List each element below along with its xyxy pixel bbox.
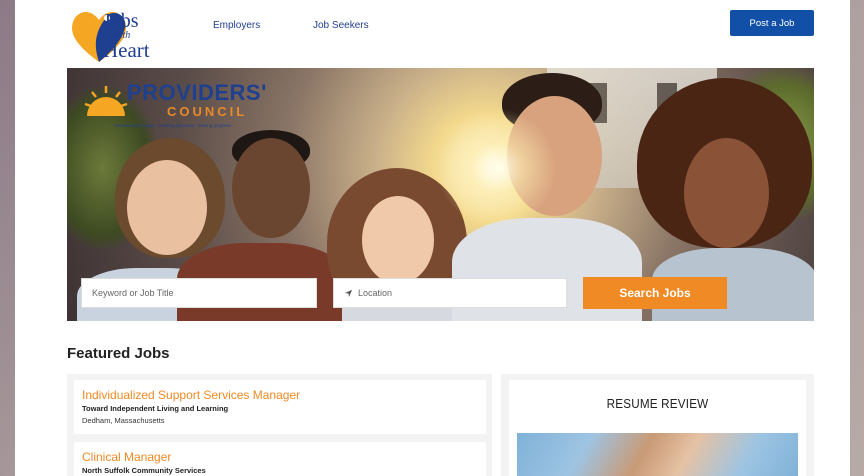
providers-council-word2: COUNCIL	[167, 104, 248, 119]
resume-review-image	[517, 433, 798, 476]
job-company: Toward Independent Living and Learning	[82, 404, 229, 413]
logo-line-3: Heart	[103, 38, 150, 62]
providers-council-tagline: Envisioning change · Leading advocacy · …	[115, 123, 232, 128]
resume-review-card[interactable]: RESUME REVIEW	[509, 380, 806, 476]
keyword-placeholder: Keyword or Job Title	[92, 288, 174, 298]
providers-council-logo: PROVIDERS' COUNCIL Envisioning change · …	[79, 74, 299, 140]
featured-jobs-list: Individualized Support Services Manager …	[67, 374, 492, 476]
job-title-link[interactable]: Clinical Manager	[82, 450, 171, 464]
hero-sun-flare	[437, 108, 557, 228]
job-search-bar: Keyword or Job Title Location Search Job…	[67, 272, 814, 321]
sidebar: RESUME REVIEW	[501, 374, 814, 476]
location-arrow-icon	[344, 289, 353, 297]
job-title-link[interactable]: Individualized Support Services Manager	[82, 388, 300, 402]
nav-employers[interactable]: Employers	[213, 20, 260, 31]
job-card[interactable]: Individualized Support Services Manager …	[74, 380, 486, 434]
location-placeholder: Location	[358, 288, 393, 298]
resume-review-title: RESUME REVIEW	[606, 396, 709, 411]
location-input[interactable]: Location	[333, 278, 567, 308]
job-location: Dedham, Massachusetts	[82, 416, 165, 425]
post-a-job-button[interactable]: Post a Job	[730, 10, 814, 36]
search-jobs-button[interactable]: Search Jobs	[583, 277, 727, 309]
providers-council-word1: PROVIDERS'	[127, 80, 267, 105]
hero-banner: PROVIDERS' COUNCIL Envisioning change · …	[67, 68, 814, 321]
page: Jobs with Heart Employers Job Seekers Po…	[15, 0, 850, 476]
logo-line-1: Jobs	[103, 10, 139, 32]
job-card[interactable]: Clinical Manager North Suffolk Community…	[74, 442, 486, 476]
job-company: North Suffolk Community Services	[82, 466, 206, 475]
logo-wordmark: Jobs with Heart	[103, 11, 150, 61]
featured-jobs-heading: Featured Jobs	[67, 345, 170, 362]
jobs-with-heart-logo[interactable]: Jobs with Heart	[69, 4, 179, 66]
keyword-input[interactable]: Keyword or Job Title	[81, 278, 317, 308]
nav-job-seekers[interactable]: Job Seekers	[313, 20, 369, 31]
site-header: Jobs with Heart Employers Job Seekers Po…	[15, 0, 850, 66]
sunrise-icon	[84, 86, 128, 116]
